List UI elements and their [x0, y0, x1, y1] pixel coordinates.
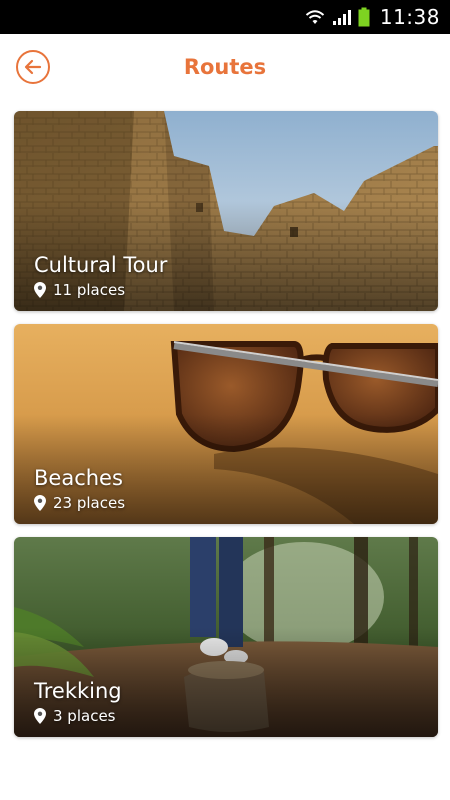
app-header: Routes	[0, 34, 450, 100]
route-title: Cultural Tour	[34, 253, 168, 277]
route-places: 23 places	[34, 494, 125, 512]
route-places-count: 11 places	[53, 281, 126, 299]
map-pin-icon	[34, 282, 46, 298]
route-card-beaches[interactable]: Beaches 23 places	[14, 324, 438, 524]
arrow-left-icon	[24, 59, 42, 75]
route-card-cultural-tour[interactable]: Cultural Tour 11 places	[14, 111, 438, 311]
battery-icon	[358, 7, 370, 27]
map-pin-icon	[34, 708, 46, 724]
wifi-icon	[304, 8, 326, 26]
page-title: Routes	[183, 55, 267, 79]
route-title: Beaches	[34, 466, 123, 490]
signal-icon	[332, 8, 352, 26]
status-clock: 11:38	[379, 5, 440, 29]
back-button[interactable]	[16, 50, 50, 84]
route-places: 11 places	[34, 281, 125, 299]
route-places: 3 places	[34, 707, 115, 725]
map-pin-icon	[34, 495, 46, 511]
route-list: Cultural Tour 11 places Beaches 23 place…	[14, 111, 438, 750]
route-card-trekking[interactable]: Trekking 3 places	[14, 537, 438, 737]
route-title: Trekking	[34, 679, 122, 703]
route-places-count: 3 places	[53, 707, 116, 725]
route-places-count: 23 places	[53, 494, 126, 512]
status-bar: 11:38	[0, 0, 450, 34]
